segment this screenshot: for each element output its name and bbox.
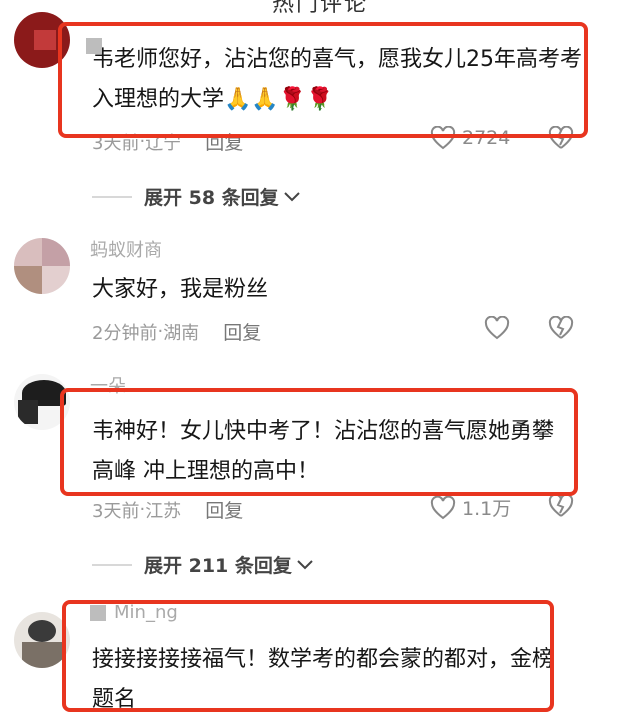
- like-count: 2724: [462, 127, 511, 149]
- comment-time: 3天前: [92, 132, 140, 154]
- comment-text: 接接接接接福气！数学考的都会蒙的都对，金榜题名: [92, 647, 555, 712]
- expand-label: 展开 58 条回复: [144, 187, 279, 209]
- reply-button[interactable]: 回复: [223, 318, 261, 345]
- avatar[interactable]: [14, 238, 70, 294]
- reply-button[interactable]: 回复: [205, 496, 243, 523]
- comment-time: 3天前: [92, 500, 140, 522]
- expand-replies-button[interactable]: 展开 211 条回复: [92, 551, 314, 578]
- comment-location: 湖南: [163, 322, 200, 344]
- chevron-down-icon: [283, 191, 300, 201]
- username[interactable]: 蚂蚁财商: [90, 236, 162, 262]
- username-placeholder: [86, 38, 102, 54]
- comment-text: 大家好，我是粉丝: [92, 277, 269, 302]
- comment-time: 2分钟前: [92, 322, 158, 344]
- comment-meta: 2分钟前 · 湖南 回复: [92, 318, 261, 345]
- username-placeholder: [90, 605, 106, 621]
- like-button[interactable]: 2724: [430, 126, 510, 150]
- divider: [92, 195, 132, 198]
- expand-replies-button[interactable]: 展开 58 条回复: [92, 183, 301, 210]
- expand-label: 展开 211 条回复: [144, 555, 292, 577]
- dislike-button[interactable]: [548, 125, 574, 154]
- avatar[interactable]: [14, 374, 70, 430]
- header-fragment: 热门评论: [271, 0, 368, 17]
- heart-outline-icon: [430, 126, 456, 150]
- comment-meta: 3天前 · 辽宁 回复: [92, 128, 243, 155]
- comment-text: 韦老师您好，沾沾您的喜气，愿我女儿25年高考考入理想的大学🙏🙏🌹🌹: [86, 38, 582, 120]
- comment-location: 辽宁: [145, 132, 182, 154]
- comment-text: 韦神好！女儿快中考了！沾沾您的喜气愿她勇攀高峰 冲上理想的高中！: [92, 419, 555, 484]
- heart-outline-icon: [430, 495, 456, 519]
- broken-heart-icon: [548, 493, 574, 517]
- comment-location: 江苏: [145, 500, 182, 522]
- username[interactable]: Min_ng: [90, 602, 178, 623]
- avatar[interactable]: [14, 612, 70, 668]
- like-button[interactable]: [484, 316, 510, 340]
- like-count: 1.1万: [462, 498, 512, 520]
- divider: [92, 563, 132, 566]
- chevron-down-icon: [297, 559, 313, 569]
- avatar[interactable]: [14, 12, 70, 68]
- broken-heart-icon: [548, 315, 574, 339]
- dislike-button[interactable]: [548, 315, 574, 344]
- dislike-button[interactable]: [548, 493, 574, 522]
- broken-heart-icon: [548, 125, 574, 149]
- comment-meta: 3天前 · 江苏 回复: [92, 496, 243, 523]
- like-button[interactable]: 1.1万: [430, 494, 511, 521]
- reply-button[interactable]: 回复: [205, 128, 243, 155]
- username[interactable]: 一朵: [90, 372, 126, 398]
- heart-outline-icon: [484, 316, 510, 340]
